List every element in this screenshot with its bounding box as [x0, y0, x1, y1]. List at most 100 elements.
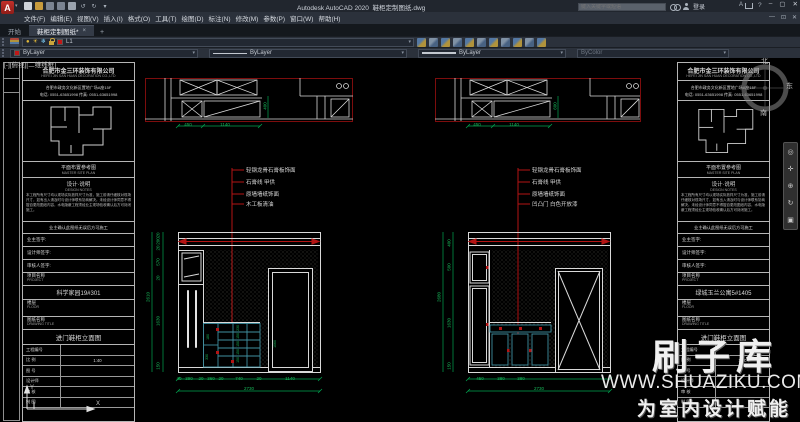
pan-icon[interactable]: ✛ [788, 165, 794, 173]
menu-view[interactable]: 视图(V) [77, 13, 99, 23]
menu-edit[interactable]: 编辑(E) [50, 13, 72, 23]
layer-combo-dropdown-icon[interactable]: ▾ [408, 39, 411, 45]
app-chrome: A ▾ ↺ ↻ ▾ Autodesk AutoCAD 2020 鞋柜定制图纸.d… [0, 0, 800, 58]
layer-merge-icon[interactable] [537, 38, 546, 47]
showmotion-icon[interactable]: ▣ [787, 216, 794, 224]
layer-lock-tool-icon[interactable] [501, 38, 510, 47]
lineweight-dropdown-icon[interactable]: ▾ [560, 50, 563, 56]
menu-insert[interactable]: 插入(I) [104, 13, 123, 23]
tab-start[interactable]: 开始 [0, 25, 29, 36]
color-dropdown-icon[interactable]: ▾ [192, 50, 195, 56]
layer-combo[interactable]: ● ☀ ❄ L1 ▾ [22, 38, 414, 47]
lineweight-value: ByLayer [459, 50, 481, 56]
match-layer-icon[interactable] [429, 38, 438, 47]
layer-properties-icon[interactable] [10, 38, 19, 47]
minimize-button[interactable]: – [769, 0, 773, 8]
tab-drawing[interactable]: 鞋柜定制图纸* × [29, 25, 94, 36]
maximize-button[interactable]: ▢ [779, 0, 785, 8]
menu-modify[interactable]: 修改(M) [236, 13, 259, 23]
dim-text: 150 [236, 357, 240, 363]
quick-access-toolbar: ↺ ↻ ▾ [24, 2, 109, 10]
menu-parametric[interactable]: 参数(P) [263, 13, 285, 23]
logo-dropdown-icon[interactable]: ▾ [15, 3, 18, 9]
layer-on-icon[interactable]: ● [26, 39, 30, 45]
viewport-controls-label[interactable]: [-][俯视][二维线框] [4, 59, 56, 69]
owner-sign-row: 业主签字: [23, 234, 134, 247]
wallpaper-hatch-right [492, 250, 608, 367]
design-notes-title: 设计·说明 DESIGN NOTES [678, 178, 769, 192]
app-store-cart-icon[interactable] [745, 3, 753, 9]
layer-lock-icon[interactable] [49, 41, 54, 45]
dim-text: 150 [236, 333, 240, 339]
ucs-y-label: Y [30, 385, 34, 391]
color-control[interactable]: ByLayer ▾ [10, 49, 198, 58]
dim-text: 20 [198, 376, 203, 381]
orbit-icon[interactable]: ↻ [788, 199, 794, 207]
save-icon[interactable] [46, 2, 54, 10]
steering-wheel-icon[interactable]: ◎ [787, 148, 793, 156]
title-block-left: 合肥市金三环装饰有限公司 HEFEI JIN SAN HUAN DECORATI… [22, 62, 135, 422]
tab-close-icon[interactable]: × [83, 28, 87, 34]
plot-icon[interactable] [68, 2, 76, 10]
search-input[interactable] [578, 3, 666, 11]
close-button[interactable]: ✕ [793, 0, 798, 8]
plotstyle-dropdown-icon[interactable]: ▾ [723, 50, 726, 56]
lineweight-control[interactable]: ByLayer ▾ [418, 49, 566, 58]
previous-layer-icon[interactable] [441, 38, 450, 47]
lineweight-sample [422, 52, 456, 54]
save-as-icon[interactable] [57, 2, 65, 10]
layer-unisolate-icon[interactable] [465, 38, 474, 47]
company-name: 合肥市金三环装饰有限公司 [678, 63, 769, 74]
exchange-apps-icon[interactable]: A [739, 2, 743, 8]
layer-sun-icon[interactable]: ☀ [33, 39, 38, 45]
search-icon[interactable] [670, 3, 679, 10]
layer-unlock-tool-icon[interactable] [513, 38, 522, 47]
menu-format[interactable]: 格式(O) [128, 13, 150, 23]
doc-restore-button[interactable]: ⊡ [781, 14, 786, 21]
doc-close-button[interactable]: ✕ [792, 14, 797, 21]
redo-icon[interactable]: ↻ [90, 2, 98, 10]
menu-help[interactable]: 帮助(H) [318, 13, 340, 23]
dim-total-text: 2680 [437, 292, 442, 302]
layer-freeze-icon[interactable]: ❄ [41, 39, 46, 45]
menu-window[interactable]: 窗口(W) [290, 13, 313, 23]
linetype-dropdown-icon[interactable]: ▾ [401, 50, 404, 56]
signin-link[interactable]: 登录 [693, 2, 705, 11]
menu-tools[interactable]: 工具(T) [155, 13, 176, 23]
layers-toolbar: ● ☀ ❄ L1 ▾ [0, 36, 800, 47]
compass-east-label[interactable]: 东 [786, 81, 793, 91]
ucs-x-label: X [96, 401, 100, 407]
qat-dropdown-icon[interactable]: ▾ [101, 2, 109, 10]
linetype-control[interactable]: ByLayer ▾ [209, 49, 407, 58]
undo-icon[interactable]: ↺ [79, 2, 87, 10]
open-file-icon[interactable] [35, 2, 43, 10]
layer-freeze-tool-icon[interactable] [477, 38, 486, 47]
make-current-layer-icon[interactable] [417, 38, 426, 47]
dim-text: 20 [156, 275, 161, 280]
account-icon[interactable] [683, 3, 689, 10]
layer-off-icon[interactable] [489, 38, 498, 47]
zoom-icon[interactable]: ⊕ [788, 182, 794, 190]
plotstyle-control[interactable]: ByColor ▾ [577, 49, 729, 58]
auditor-sign-row: 审核人签字: [23, 260, 134, 273]
dim-text: 150 [156, 362, 161, 370]
leader-note: 原墙墙纸饰面 [246, 190, 279, 198]
compass-south-label[interactable]: 南 [760, 108, 767, 118]
auditor-sign-row: 审核人签字: [678, 260, 769, 273]
menu-draw[interactable]: 绘图(D) [182, 13, 204, 23]
toolbar-grip[interactable] [2, 49, 5, 57]
menu-dimension[interactable]: 标注(N) [209, 13, 231, 23]
layer-walk-icon[interactable] [525, 38, 534, 47]
dim-text: 360 [207, 376, 215, 381]
dim-text: 1140 [285, 376, 295, 381]
help-icon[interactable]: ? [758, 2, 762, 9]
layer-isolate-icon[interactable] [453, 38, 462, 47]
autocad-logo-icon[interactable]: A [1, 1, 14, 14]
doc-minimize-button[interactable]: — [769, 14, 775, 21]
dim-text: 740 [235, 376, 243, 381]
designer-sign-row: 设计师签字: [23, 247, 134, 260]
menu-file[interactable]: 文件(F) [24, 13, 45, 23]
toolbar-grip[interactable] [2, 38, 5, 46]
new-file-icon[interactable] [24, 2, 32, 10]
new-tab-icon[interactable]: + [100, 29, 104, 36]
